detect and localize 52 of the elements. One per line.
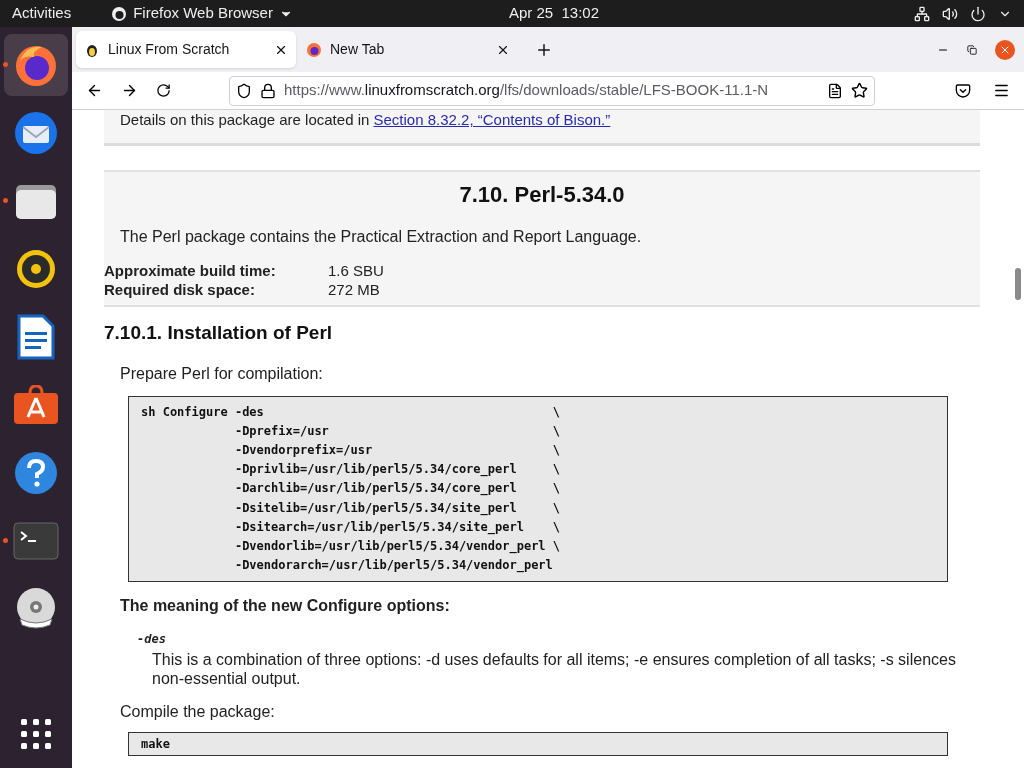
options-title: The meaning of the new Configure options: [119,596,451,617]
volume-icon[interactable] [942,5,958,22]
pocket-icon[interactable] [955,82,971,99]
document-icon[interactable] [17,314,55,360]
running-indicator [3,198,8,203]
reload-icon[interactable] [156,83,171,98]
option-description: This is a combination of three options: -d uses defaults for all items; -e ensures completion of all tasks; -s silences non-essential output. [151,650,957,689]
clock[interactable]: Apr 25 13:02 [508,2,600,25]
help-icon[interactable] [14,451,58,495]
app-menu[interactable]: Firefox Web Browser [111,2,293,25]
speaker-icon[interactable] [16,249,56,289]
fact-label: Required disk space: [104,280,256,299]
running-indicator [3,62,8,67]
close-window-button[interactable] [995,39,1015,60]
scrollbar-thumb[interactable] [1015,268,1021,300]
forward-icon[interactable] [121,82,138,99]
package-note: Details on this package are located in Section 8.32.2, “Contents of Bison.” [120,110,612,129]
code-block: sh Configure -des \ -Dprefix=/usr \ -Dvendorprefix=/usr \ -Dprivlib=/usr/lib/perl5/5.34/core_perl \ -Darchlib=/usr/lib/perl5/5.34/core_perl \ -Dsitelib=/usr/lib/perl5/5.34/site_perl \ -Dsitearch=/usr/lib/perl5/5.34/site_perl \ -Dvendorlib=/usr/lib/perl5/5.34/vendor_perl \ -Dvendorarch=/usr/lib/perl5/5.34/vendor_perl [128,395,948,583]
fact-label: Approximate build time: [104,261,277,280]
menu-icon[interactable] [993,82,1010,99]
bookmark-star-icon[interactable] [851,82,868,99]
shield-icon [236,82,252,99]
package-summary: The Perl package contains the Practical Extraction and Report Language. [119,227,643,247]
shopping-bag-icon[interactable] [13,385,59,425]
code-block: make [128,732,948,757]
browser-tab[interactable]: New Tab [298,31,518,68]
compile-text: Compile the package: [119,702,276,723]
lock-icon [260,82,276,99]
mail-bird-icon[interactable] [12,109,60,157]
running-indicator [3,538,8,543]
back-icon[interactable] [86,82,103,99]
restore-icon[interactable] [967,44,977,55]
url-field[interactable]: https://www.linuxfromscratch.org/lfs/downloads/stable/LFS-BOOK-11.1-N [229,75,875,106]
power-icon[interactable] [970,5,986,22]
url-text: https://www.linuxfromscratch.org/lfs/downloads/stable/LFS-BOOK-11.1-N [284,80,770,101]
network-icon[interactable] [914,5,930,22]
section-link[interactable]: Section 8.32.2, “Contents of Bison.” [373,111,611,128]
intro-text: Prepare Perl for compilation: [119,363,324,384]
tab-title: New Tab [330,40,386,59]
dock-item[interactable] [4,34,68,96]
fact-value: 1.6 SBU [328,261,384,280]
tab-title: Linux From Scratch [108,40,231,59]
disc-icon[interactable] [14,587,58,631]
section-title: 7.10.1. Installation of Perl [104,321,334,345]
browser-tab[interactable]: Linux From Scratch [76,31,296,68]
fact-value: 272 MB [328,280,380,299]
app-grid-icon[interactable] [20,718,52,750]
terminal-icon[interactable] [13,522,59,560]
chapter-title: 7.10. Perl-5.34.0 [458,181,626,209]
reader-view-icon[interactable] [827,82,843,99]
option-term: -des [137,631,167,649]
activities-button[interactable]: Activities [12,2,72,25]
